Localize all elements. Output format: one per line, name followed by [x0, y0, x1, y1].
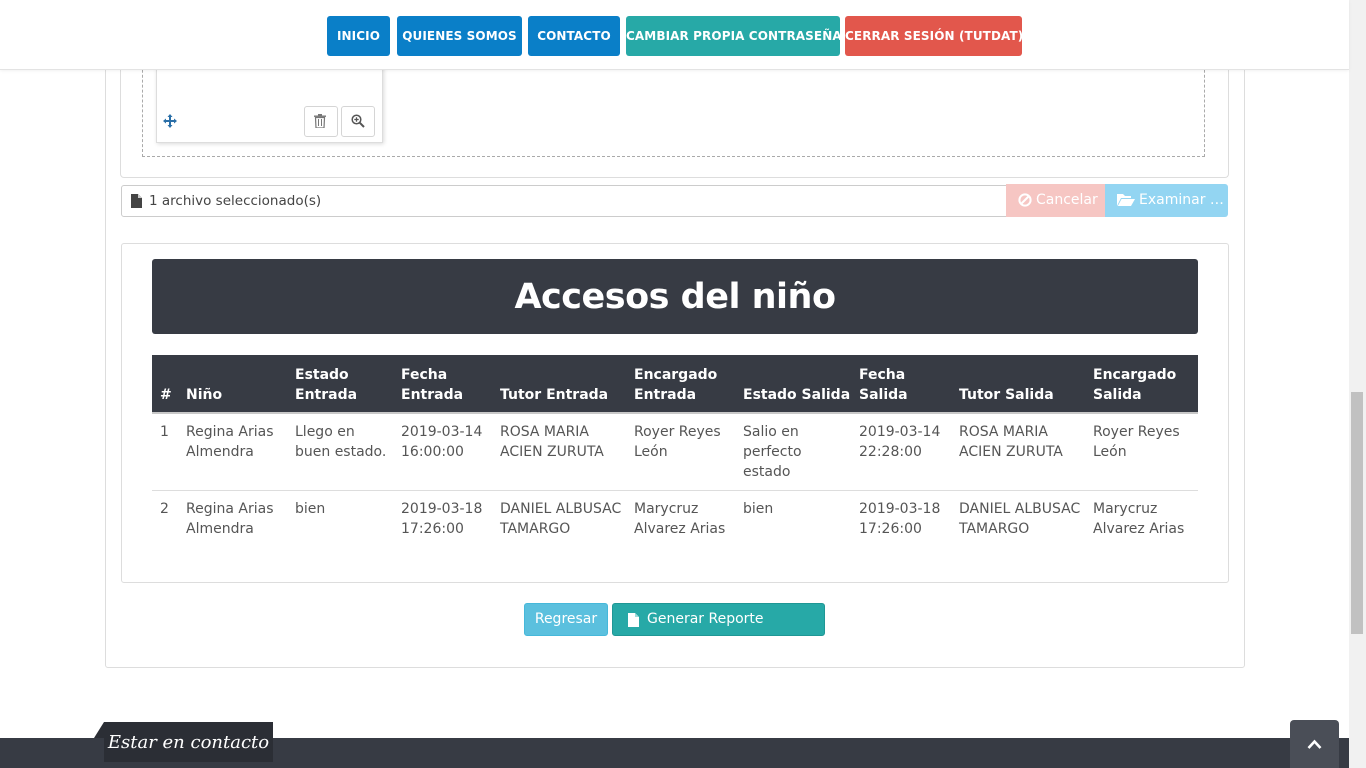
cell-encargado-salida: Royer Reyes León — [1093, 424, 1180, 460]
access-title: Accesos del niño — [152, 259, 1198, 334]
cell-tutor-entrada: DANIEL ALBUSAC TAMARGO — [500, 501, 622, 537]
cell-num: 1 — [160, 424, 169, 440]
generate-report-label: Generar Reporte Accesos — [647, 611, 764, 658]
cell-estado-entrada: bien — [295, 501, 326, 517]
nav-contacto-button[interactable]: CONTACTO — [528, 16, 620, 56]
cell-estado-salida: bien — [743, 501, 774, 517]
top-navbar: INICIO QUIENES SOMOS CONTACTO CAMBIAR PR… — [0, 0, 1349, 70]
file-caption-field[interactable]: 1 archivo seleccionado(s) — [121, 185, 1007, 217]
col-header-encargado-entrada: Encargado Entrada — [634, 367, 718, 403]
file-selected-label: 1 archivo seleccionado(s) — [149, 193, 322, 209]
col-header-tutor-salida: Tutor Salida — [959, 387, 1054, 403]
cell-estado-entrada: Llego en buen estado. — [295, 424, 387, 460]
col-header-encargado-salida: Encargado Salida — [1093, 367, 1177, 403]
cell-fecha-entrada: 2019-03-18 17:26:00 — [401, 501, 483, 537]
trash-icon — [314, 114, 326, 128]
contact-tab-notch — [94, 722, 104, 738]
cell-encargado-entrada: Royer Reyes León — [634, 424, 721, 460]
cancel-upload-label: Cancelar — [1036, 192, 1098, 208]
cell-tutor-salida: ROSA MARIA ACIEN ZURUTA — [959, 424, 1063, 460]
cell-encargado-entrada: Marycruz Alvarez Arias — [634, 501, 726, 537]
cell-fecha-salida: 2019-03-14 22:28:00 — [859, 424, 941, 460]
chevron-up-icon — [1307, 739, 1322, 749]
folder-open-icon — [1117, 194, 1135, 206]
cell-nino: Regina Arias Almendra — [186, 424, 274, 460]
browse-file-label: Examinar … — [1139, 192, 1224, 208]
col-header-estado-entrada: Estado Entrada — [295, 367, 358, 403]
page-scrollbar[interactable] — [1349, 0, 1366, 768]
move-icon[interactable] — [162, 113, 178, 129]
zoom-in-icon — [351, 114, 365, 128]
nav-logout-button[interactable]: CERRAR SESIÓN (TUTDAT) — [845, 16, 1023, 56]
col-header-nino: Niño — [186, 387, 223, 403]
col-header-fecha-entrada: Fecha Entrada — [401, 367, 464, 403]
nav-quienes-somos-button[interactable]: QUIENES SOMOS — [397, 16, 522, 56]
zoom-file-button[interactable] — [341, 106, 375, 137]
cell-nino: Regina Arias Almendra — [186, 501, 274, 537]
col-header-tutor-entrada: Tutor Entrada — [500, 387, 609, 403]
file-icon — [131, 194, 142, 208]
scroll-to-top-button[interactable] — [1290, 720, 1339, 768]
ban-icon — [1018, 193, 1032, 207]
table-header: # Niño Estado Entrada Fecha Entrada Tutor … — [152, 355, 1198, 414]
nav-change-password-button[interactable]: CAMBIAR PROPIA CONTRASEÑA — [626, 16, 842, 56]
back-button[interactable]: Regresar — [524, 603, 608, 636]
col-header-fecha-salida: Fecha Salida — [859, 367, 908, 403]
browse-file-button[interactable]: Examinar … — [1105, 184, 1228, 217]
remove-file-button[interactable] — [304, 106, 338, 137]
row-divider — [152, 490, 1198, 491]
cell-tutor-entrada: ROSA MARIA ACIEN ZURUTA — [500, 424, 604, 460]
cell-num: 2 — [160, 501, 169, 517]
cell-tutor-salida: DANIEL ALBUSAC TAMARGO — [959, 501, 1081, 537]
cell-fecha-salida: 2019-03-18 17:26:00 — [859, 501, 941, 537]
cell-encargado-salida: Marycruz Alvarez Arias — [1093, 501, 1185, 537]
cell-estado-salida: Salio en perfecto estado — [743, 424, 802, 480]
contact-tab: Estar en contacto — [104, 722, 273, 762]
generate-report-button[interactable]: Generar Reporte Accesos — [612, 603, 825, 658]
nav-inicio-button[interactable]: INICIO — [327, 16, 390, 56]
cell-fecha-entrada: 2019-03-14 16:00:00 — [401, 424, 483, 460]
col-header-estado-salida: Estado Salida — [743, 387, 851, 403]
file-icon — [628, 613, 639, 627]
scrollbar-thumb[interactable] — [1351, 392, 1363, 634]
col-header-num: # — [160, 387, 172, 403]
cancel-upload-button[interactable]: Cancelar — [1006, 184, 1105, 217]
